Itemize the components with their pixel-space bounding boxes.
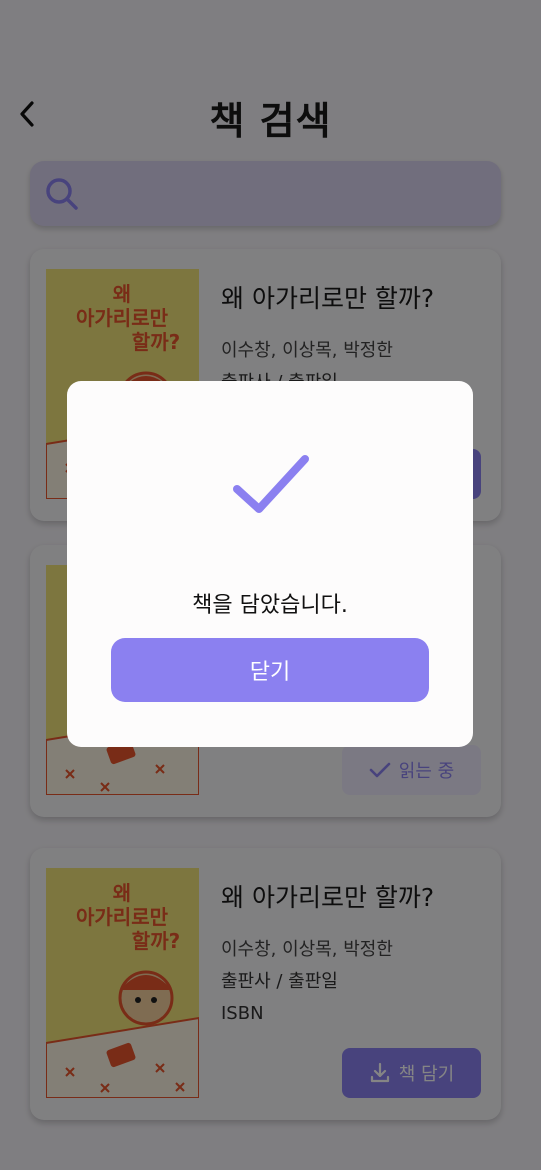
dialog-message: 책을 담았습니다. [192, 593, 348, 618]
close-button-label: 닫기 [249, 660, 291, 685]
close-button[interactable]: 닫기 [111, 638, 429, 702]
checkmark-icon [233, 455, 309, 513]
success-dialog: 책을 담았습니다. 닫기 [67, 381, 473, 747]
